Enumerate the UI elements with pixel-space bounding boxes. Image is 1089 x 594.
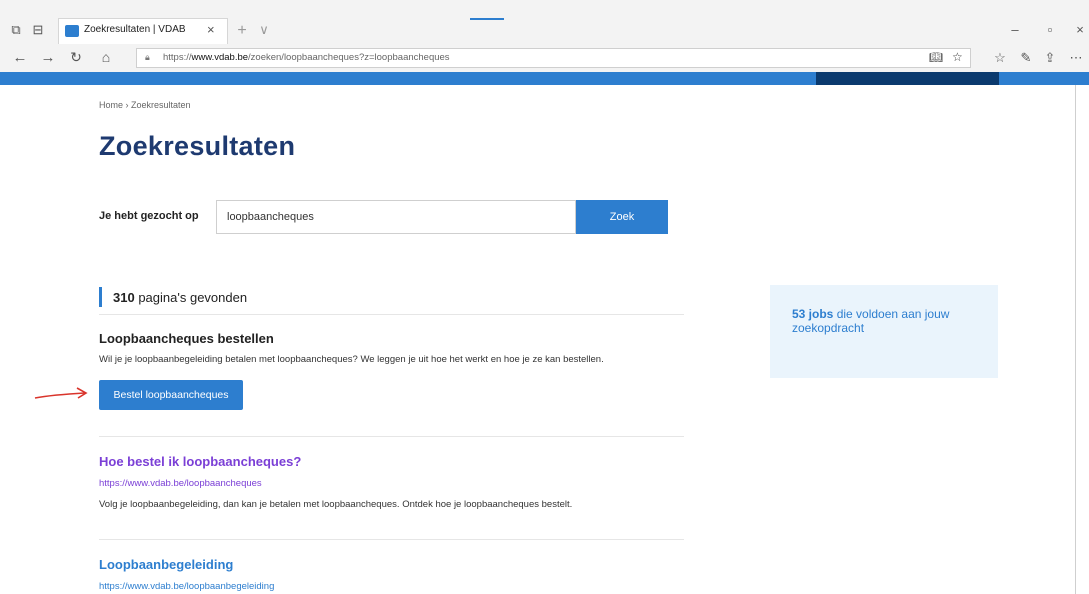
new-tab-icon[interactable]: + bbox=[232, 22, 252, 40]
back-icon[interactable]: ← bbox=[10, 49, 30, 66]
share-icon[interactable]: ⇪ bbox=[1040, 50, 1060, 66]
tab-title: Zoekresultaten | VDAB bbox=[84, 24, 186, 35]
search-button[interactable]: Zoek bbox=[576, 200, 668, 234]
search-label: Je hebt gezocht op bbox=[99, 210, 199, 222]
page-title: Zoekresultaten bbox=[99, 131, 296, 161]
result-title: Loopbaancheques bestellen bbox=[99, 331, 274, 346]
forward-icon[interactable]: → bbox=[38, 49, 58, 66]
address-bar-row: ← → ↻ ⌂ 🔒︎ https://www.vdab.be/zoeken/lo… bbox=[0, 44, 1089, 73]
reading-view-icon[interactable]: 📖︎ bbox=[929, 51, 943, 64]
annotation-arrow-icon bbox=[34, 387, 88, 399]
result-url[interactable]: https://www.vdab.be/loopbaancheques bbox=[99, 478, 262, 489]
result-link-title[interactable]: Loopbaanbegeleiding bbox=[99, 557, 233, 572]
result-description: Volg je loopbaanbegeleiding, dan kan je … bbox=[99, 499, 573, 510]
result-url[interactable]: https://www.vdab.be/loopbaanbegeleiding bbox=[99, 581, 274, 592]
home-icon[interactable]: ⌂ bbox=[96, 49, 116, 65]
divider bbox=[99, 314, 684, 315]
lock-icon: 🔒︎ bbox=[145, 52, 150, 62]
vdab-favicon-icon bbox=[65, 25, 79, 37]
more-icon[interactable]: ⋯ bbox=[1066, 50, 1086, 66]
maximize-icon[interactable]: ▫ bbox=[1040, 22, 1060, 37]
result-link-title[interactable]: Hoe bestel ik loopbaancheques? bbox=[99, 454, 301, 469]
tab-preview-icon[interactable]: ⧉ bbox=[6, 22, 26, 38]
jobs-text: 53 jobs die voldoen aan jouw zoekopdrach… bbox=[792, 307, 950, 335]
breadcrumb[interactable]: Home › Zoekresultaten bbox=[99, 100, 191, 110]
tab-zoekresultaten[interactable]: Zoekresultaten | VDAB × bbox=[58, 18, 228, 44]
divider bbox=[99, 436, 684, 437]
search-input[interactable] bbox=[216, 200, 576, 234]
favorites-hub-icon[interactable]: ☆ bbox=[990, 50, 1010, 66]
refresh-icon[interactable]: ↻ bbox=[66, 49, 86, 66]
url-text: https://www.vdab.be/zoeken/loopbaanchequ… bbox=[163, 52, 450, 63]
favorite-star-icon[interactable]: ☆ bbox=[952, 50, 963, 64]
set-aside-tabs-icon[interactable]: ⊟ bbox=[28, 22, 48, 38]
result-description: Wil je je loopbaanbegeleiding betalen me… bbox=[99, 354, 604, 365]
jobs-panel[interactable]: 53 jobs die voldoen aan jouw zoekopdrach… bbox=[770, 285, 998, 378]
divider bbox=[99, 539, 684, 540]
close-tab-icon[interactable]: × bbox=[207, 22, 215, 37]
close-window-icon[interactable]: × bbox=[1070, 22, 1089, 37]
loading-indicator bbox=[470, 18, 504, 20]
site-header-accent bbox=[816, 72, 999, 85]
web-note-icon[interactable]: ✎ bbox=[1016, 50, 1036, 66]
tab-menu-icon[interactable]: ∨ bbox=[254, 22, 274, 38]
browser-tab-bar: ⧉ ⊟ Zoekresultaten | VDAB × + ∨ – ▫ × bbox=[0, 0, 1089, 44]
results-count-marker bbox=[99, 287, 102, 307]
scrollbar-edge bbox=[1075, 85, 1076, 594]
url-field[interactable]: 🔒︎ https://www.vdab.be/zoeken/loopbaanch… bbox=[136, 48, 971, 68]
minimize-icon[interactable]: – bbox=[1005, 22, 1025, 37]
order-loopbaancheques-button[interactable]: Bestel loopbaancheques bbox=[99, 380, 243, 410]
results-count: 310 pagina's gevonden bbox=[113, 290, 248, 305]
